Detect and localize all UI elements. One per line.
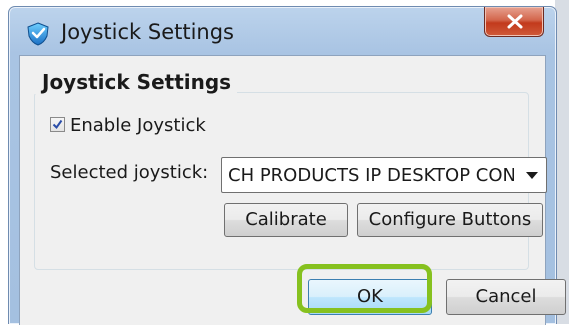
joystick-select-value: CH PRODUCTS IP DESKTOP CONTROLLER <box>228 165 514 186</box>
group-title: Joystick Settings <box>34 70 238 94</box>
selected-joystick-label: Selected joystick: <box>50 162 209 183</box>
checkmark-icon <box>52 119 63 130</box>
background-edge <box>555 0 569 324</box>
enable-joystick-label[interactable]: Enable Joystick <box>70 115 206 136</box>
cancel-button[interactable]: Cancel <box>446 279 566 315</box>
joystick-select[interactable]: CH PRODUCTS IP DESKTOP CONTROLLER <box>221 157 547 193</box>
enable-joystick-checkbox[interactable] <box>50 117 65 132</box>
window-title: Joystick Settings <box>61 20 234 44</box>
close-button[interactable] <box>484 7 544 37</box>
configure-buttons-button[interactable]: Configure Buttons <box>357 203 543 237</box>
dialog-window: Joystick Settings Joystick Settings Enab… <box>8 6 566 325</box>
app-shield-icon <box>25 21 51 47</box>
calibrate-button[interactable]: Calibrate <box>224 203 348 237</box>
title-bar[interactable]: Joystick Settings <box>9 7 556 55</box>
dropdown-arrow-icon <box>526 172 538 179</box>
dialog-client-area: Joystick Settings Enable Joystick Select… <box>19 55 566 325</box>
close-x-icon <box>507 14 523 29</box>
ok-button[interactable]: OK <box>308 279 432 315</box>
